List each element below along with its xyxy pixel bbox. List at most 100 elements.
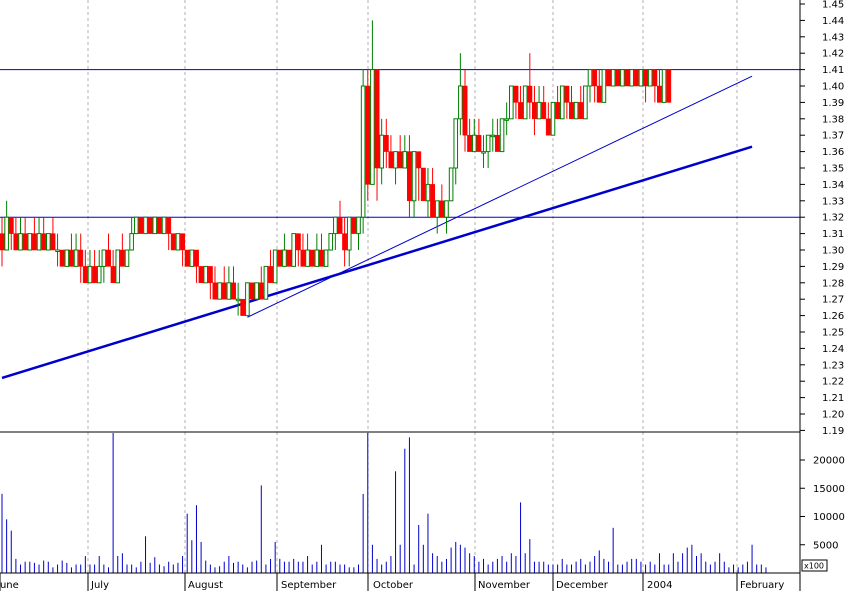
- month-label: November: [478, 580, 531, 591]
- candle-body-down: [194, 249, 199, 267]
- candle-body-up: [356, 216, 361, 235]
- candle-body-down: [31, 233, 37, 251]
- month-label: February: [740, 580, 784, 591]
- price-volume-chart: 1.45 1.44 1.43 1.42 1.41 1.40 1.39 1.38 1.37 1.36…: [0, 0, 845, 591]
- candle-body-down: [555, 102, 561, 120]
- candle-body-up: [217, 282, 222, 300]
- candle-body-down: [365, 85, 371, 185]
- price-tick-label: 1.42: [822, 49, 844, 60]
- candle-body-down: [184, 249, 190, 267]
- candle-body-down: [277, 249, 283, 267]
- candle-body-up: [64, 249, 70, 267]
- candle-body-down: [596, 85, 602, 103]
- price-tick-label: 1.45: [822, 0, 844, 11]
- candle-body-down: [13, 233, 19, 251]
- candle-body-down: [416, 151, 422, 169]
- month-label: June: [0, 580, 19, 591]
- price-tick-label: 1.31: [822, 229, 844, 240]
- candle-body-up: [458, 85, 463, 120]
- candle-body-up: [425, 183, 431, 202]
- candle-body-down: [286, 249, 292, 267]
- price-tick-label: 1.23: [822, 360, 844, 371]
- candle-body-down: [166, 216, 172, 234]
- candle-body-down: [180, 233, 186, 251]
- price-tick-label: 1.21: [822, 393, 844, 404]
- candle-body-up: [411, 151, 417, 202]
- month-label: October: [373, 580, 414, 591]
- candle-body-down: [69, 249, 74, 267]
- price-tick-label: 1.37: [822, 131, 844, 142]
- candle-body-up: [573, 101, 579, 120]
- volume-axis: 20000 15000 10000 5000 x100: [800, 456, 845, 572]
- candle-body-down: [78, 249, 84, 267]
- candle-body-down: [147, 216, 153, 234]
- candle-body-up: [601, 69, 607, 103]
- candle-body-up: [448, 167, 454, 202]
- price-tick-label: 1.35: [822, 164, 844, 175]
- candle-body-up: [143, 216, 148, 235]
- candle-body-up: [129, 233, 134, 251]
- candle-body-down: [541, 102, 547, 120]
- candle-body-down: [0, 233, 5, 251]
- chart-stage: 1.45 1.44 1.43 1.42 1.41 1.40 1.39 1.38 1.37 1.36…: [0, 0, 850, 591]
- month-label: 2004: [647, 580, 672, 591]
- candle-body-down: [615, 69, 621, 87]
- candle-body-down: [406, 151, 412, 202]
- candle-body-down: [295, 233, 301, 251]
- candle-body-up: [587, 69, 593, 87]
- candle-body-up: [245, 282, 250, 317]
- candle-body-up: [522, 85, 528, 120]
- candle-body-up: [96, 265, 102, 284]
- candle-body-up: [536, 101, 542, 120]
- candle-body-down: [467, 134, 473, 152]
- candle-body-up: [328, 233, 334, 251]
- volume-unit-label: x100: [804, 562, 824, 571]
- candle-body-up: [235, 298, 241, 302]
- candle-body-down: [198, 266, 204, 284]
- candle-body-up: [333, 216, 338, 235]
- candle-body-down: [231, 282, 236, 300]
- candle-body-down: [138, 216, 144, 234]
- candle-body-down: [342, 233, 348, 251]
- candle-body-down: [666, 69, 672, 103]
- candle-body-down: [513, 85, 519, 103]
- candle-body-down: [221, 282, 227, 300]
- candle-body-down: [207, 266, 213, 284]
- candle-body-up: [101, 249, 107, 267]
- volume-bars: [1, 433, 767, 573]
- candle-body-up: [490, 134, 496, 138]
- volume-tick-label: 5000: [813, 540, 838, 551]
- candle-body-up: [36, 233, 42, 251]
- candle-body-up: [203, 265, 209, 284]
- candle-body-down: [494, 134, 500, 152]
- candle-body-up: [638, 69, 644, 87]
- candle-body-down: [383, 134, 389, 152]
- price-axis: 1.45 1.44 1.43 1.42 1.41 1.40 1.39 1.38 1.37 1.36…: [800, 0, 844, 437]
- candle-body-down: [527, 85, 533, 103]
- candle-body-down: [657, 85, 662, 103]
- month-label: August: [188, 580, 223, 591]
- candle-body-down: [119, 249, 125, 267]
- candle-body-up: [226, 282, 232, 300]
- price-candles: [0, 20, 672, 317]
- candle-body-up: [282, 249, 287, 267]
- price-tick-label: 1.38: [822, 114, 844, 125]
- month-label: July: [90, 580, 109, 591]
- volume-tick-label: 15000: [813, 484, 845, 495]
- price-tick-label: 1.27: [822, 295, 844, 306]
- candle-body-up: [499, 118, 505, 153]
- candle-body-up: [661, 69, 667, 103]
- price-tick-label: 1.25: [822, 328, 844, 339]
- candle-body-up: [189, 249, 195, 267]
- candle-body-up: [346, 216, 352, 251]
- price-tick-label: 1.43: [822, 32, 844, 43]
- candle-body-up: [360, 85, 366, 218]
- candle-body-down: [212, 282, 218, 300]
- price-tick-label: 1.36: [822, 147, 844, 158]
- candle-body-down: [59, 249, 65, 267]
- candle-body-up: [4, 216, 9, 251]
- candle-body-up: [291, 233, 296, 267]
- candle-body-up: [87, 265, 93, 284]
- candle-body-down: [249, 282, 255, 300]
- candle-body-down: [170, 233, 176, 251]
